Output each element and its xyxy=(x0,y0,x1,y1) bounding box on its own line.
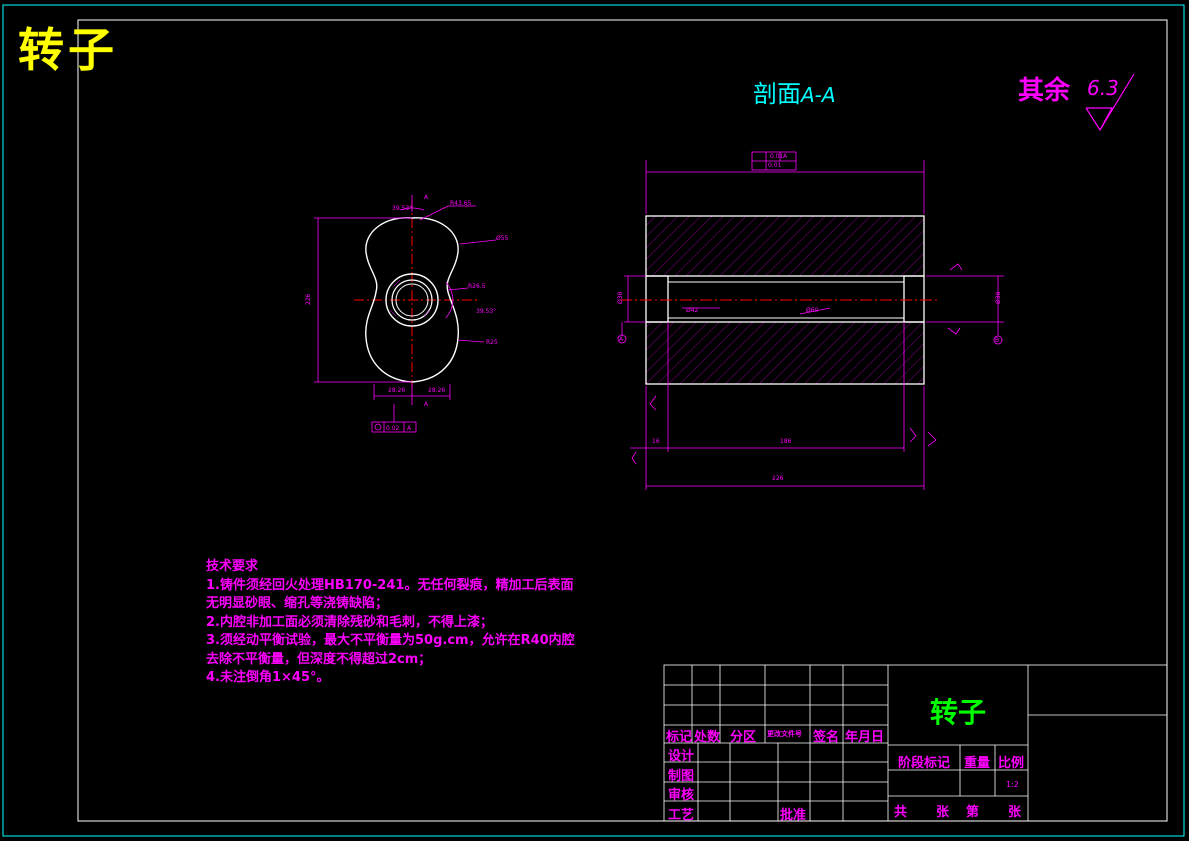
svg-text:A: A xyxy=(424,194,429,201)
svg-text:Ø55: Ø55 xyxy=(496,235,509,242)
tb-weight: 重量 xyxy=(964,756,991,771)
tb-scale-value: 1:2 xyxy=(1006,780,1019,789)
notes-line-2: 无明显砂眼、缩孔等浇铸缺陷； xyxy=(206,596,389,611)
svg-text:R26.5: R26.5 xyxy=(468,283,486,290)
tb-hdr-sign: 签名 xyxy=(813,730,840,745)
svg-text:A: A xyxy=(424,401,429,408)
dim-radius-top: R43.65 xyxy=(450,200,472,207)
dim-angle-side: 39.53° xyxy=(476,308,496,315)
svg-text:Ø42: Ø42 xyxy=(686,307,699,314)
tb-drawing-by: 制图 xyxy=(668,769,695,784)
drawing-sheet: 226 28.26 28.26 39.53° 39.53° R43.65 Ø55… xyxy=(2,4,1185,837)
dim-angle-top: 39.53° xyxy=(392,205,412,212)
inner-border xyxy=(77,19,1168,822)
dim-width-left: 28.26 xyxy=(388,387,405,394)
tb-scale: 比例 xyxy=(998,756,1025,771)
tb-process: 工艺 xyxy=(668,808,695,823)
roughness-value: 6.3 xyxy=(1087,76,1119,100)
svg-text:Ø38: Ø38 xyxy=(995,291,1002,304)
tb-approve: 批准 xyxy=(780,808,807,823)
title-block-part-name: 转子 xyxy=(930,696,987,729)
roughness-label: 其余 xyxy=(1018,76,1071,106)
notes-line-6: 4.未注倒角1×45°。 xyxy=(206,670,330,685)
dim-length-inner: 186 xyxy=(780,438,792,445)
notes-line-5: 去除不平衡量，但深度不得超过2cm； xyxy=(206,651,432,667)
tb-total: 共 xyxy=(894,805,908,820)
dim-left-step: 16 xyxy=(652,438,660,445)
svg-text:B: B xyxy=(995,337,999,344)
notes-line-3: 2.内腔非加工面必须清除残砂和毛刺，不得上漆； xyxy=(206,614,493,630)
datum-label-section: A xyxy=(783,153,788,160)
tb-hdr-zone: 分区 xyxy=(730,730,757,745)
section-title: 剖面A-A xyxy=(753,74,836,109)
svg-text:R25: R25 xyxy=(486,339,498,346)
dim-length-total: 226 xyxy=(772,475,784,482)
svg-text:Ø60: Ø60 xyxy=(806,307,819,314)
svg-text:A: A xyxy=(407,425,412,432)
tb-hdr-mark: 标记 xyxy=(666,730,693,745)
notes-line-1: 1.铸件须经回火处理HB170-241。无任何裂痕，精加工后表面 xyxy=(206,577,574,593)
tb-sheets2: 张 xyxy=(1008,805,1022,820)
tb-stage: 阶段标记 xyxy=(898,756,951,771)
tb-hdr-date: 年月日 xyxy=(845,730,885,745)
corner-title: 转子 xyxy=(18,23,118,77)
tb-hdr-docno: 更改文件号 xyxy=(767,730,802,738)
tb-hdr-count: 处数 xyxy=(694,730,721,745)
tol-value-front: 0.02 xyxy=(386,425,400,432)
notes-heading: 技术要求 xyxy=(206,559,259,574)
section-view: 226 186 16 0.01 A 0.01 Ø42 Ø60 Ø38 Ø38 A… xyxy=(617,151,1004,490)
tb-sheets: 张 xyxy=(936,805,950,820)
notes-line-4: 3.须经动平衡试验，最大不平衡量为50g.cm，允许在R40内腔 xyxy=(206,633,575,648)
section-title-suffix: A-A xyxy=(801,83,836,107)
tb-review: 审核 xyxy=(668,788,695,803)
svg-text:Ø38: Ø38 xyxy=(617,291,624,304)
section-title-prefix: 剖面 xyxy=(753,80,801,108)
tb-sheet-no: 第 xyxy=(966,805,980,820)
svg-text:226: 226 xyxy=(305,293,312,305)
dim-width-right: 28.26 xyxy=(428,387,445,394)
tb-design: 设计 xyxy=(668,749,695,764)
svg-text:0.01: 0.01 xyxy=(768,162,782,169)
outer-border xyxy=(2,4,1185,837)
svg-text:0.01: 0.01 xyxy=(770,153,784,160)
svg-text:A: A xyxy=(619,336,624,343)
technical-notes: 技术要求 1.铸件须经回火处理HB170-241。无任何裂痕，精加工后表面 无明… xyxy=(206,558,575,688)
front-view: 226 28.26 28.26 39.53° 39.53° R43.65 Ø55… xyxy=(305,194,509,433)
